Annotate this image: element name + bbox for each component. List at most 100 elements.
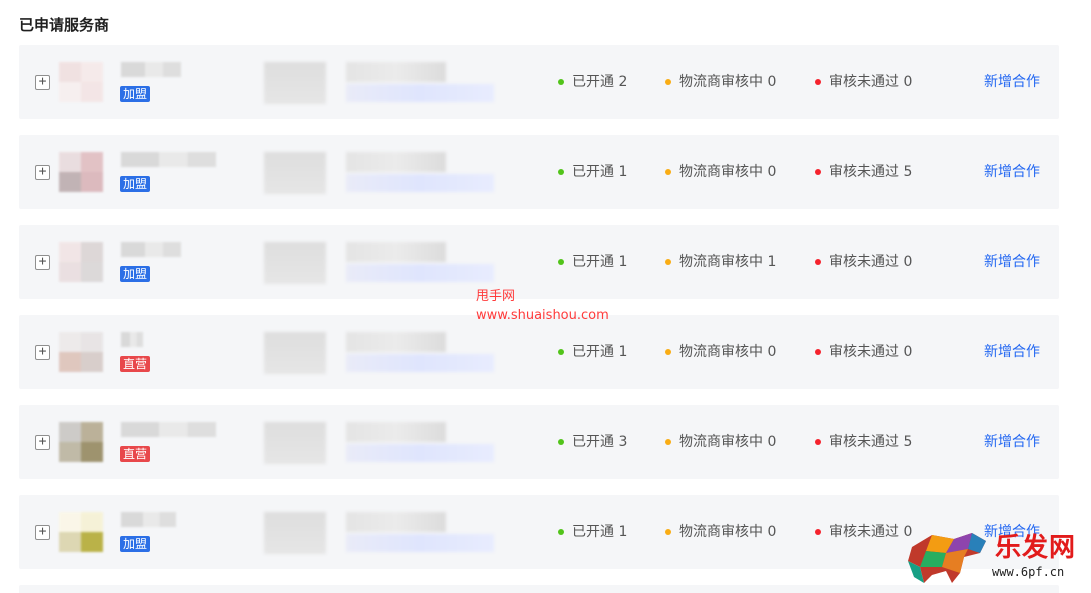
- provider-avatar: [59, 242, 103, 282]
- green-dot-icon: [558, 349, 564, 355]
- green-dot-icon: [558, 529, 564, 535]
- status-rejected-label: 审核未通过 5: [829, 164, 913, 180]
- provider-row: + 直营 已开通 1 物流商审核中 0 审核未通过 0 新增合作: [19, 315, 1059, 389]
- add-cooperation-link[interactable]: 新增合作: [984, 433, 1040, 451]
- page-title: 已申请服务商: [19, 16, 110, 34]
- status-opened-label: 已开通 1: [572, 524, 628, 540]
- status-under-review: 物流商审核中 0: [665, 163, 776, 181]
- red-dot-icon: [815, 169, 821, 175]
- status-opened: 已开通 1: [558, 253, 627, 271]
- red-dot-icon: [815, 529, 821, 535]
- status-under-review-label: 物流商审核中 0: [679, 164, 777, 180]
- expand-row-button[interactable]: +: [35, 165, 50, 180]
- status-rejected: 审核未通过 0: [815, 73, 912, 91]
- provider-name-blurred: [121, 512, 176, 527]
- provider-avatar: [59, 512, 103, 552]
- provider-name-blurred: [121, 62, 181, 77]
- green-dot-icon: [558, 79, 564, 85]
- red-dot-icon: [815, 259, 821, 265]
- orange-dot-icon: [665, 169, 671, 175]
- provider-name-blurred: [121, 152, 216, 167]
- status-rejected-label: 审核未通过 0: [829, 344, 913, 360]
- expand-row-button[interactable]: +: [35, 255, 50, 270]
- provider-info-blurred: [264, 242, 494, 284]
- add-cooperation-link[interactable]: 新增合作: [984, 163, 1040, 181]
- red-dot-icon: [815, 79, 821, 85]
- provider-type-badge: 加盟: [120, 266, 151, 282]
- watermark-6pf-url: www.6pf.cn: [992, 565, 1065, 579]
- status-opened: 已开通 1: [558, 343, 627, 361]
- status-opened-label: 已开通 2: [572, 74, 628, 90]
- watermark-shuaishou-url: www.shuaishou.com: [476, 308, 609, 323]
- provider-type-badge: 加盟: [120, 176, 151, 192]
- green-dot-icon: [558, 169, 564, 175]
- status-under-review-label: 物流商审核中 0: [679, 74, 777, 90]
- provider-avatar: [59, 422, 103, 462]
- orange-dot-icon: [665, 259, 671, 265]
- provider-type-badge: 加盟: [120, 536, 151, 552]
- provider-name-blurred: [121, 332, 143, 347]
- provider-row: + 加盟 已开通 1 物流商审核中 0 审核未通过 5 新增合作: [19, 135, 1059, 209]
- provider-info-blurred: [264, 422, 494, 464]
- expand-row-button[interactable]: +: [35, 75, 50, 90]
- add-cooperation-link[interactable]: 新增合作: [984, 343, 1040, 361]
- status-opened: 已开通 2: [558, 73, 627, 91]
- status-rejected-label: 审核未通过 0: [829, 74, 913, 90]
- add-cooperation-link[interactable]: 新增合作: [984, 253, 1040, 271]
- status-opened-label: 已开通 3: [572, 434, 628, 450]
- status-under-review: 物流商审核中 1: [665, 253, 776, 271]
- status-under-review-label: 物流商审核中 1: [679, 254, 777, 270]
- expand-row-button[interactable]: +: [35, 345, 50, 360]
- provider-row: + 加盟 已开通 2 物流商审核中 0 审核未通过 0 新增合作: [19, 45, 1059, 119]
- provider-info-blurred: [264, 512, 494, 554]
- status-opened-label: 已开通 1: [572, 254, 628, 270]
- watermark-shuaishou: 甩手网 www.shuaishou.com: [476, 287, 609, 325]
- provider-row: + 直营 已开通 3 物流商审核中 0 审核未通过 5 新增合作: [19, 405, 1059, 479]
- watermark-6pf: 乐发网 www.6pf.cn: [900, 525, 1085, 587]
- status-under-review-label: 物流商审核中 0: [679, 344, 777, 360]
- provider-type-badge: 直营: [120, 446, 151, 462]
- status-opened-label: 已开通 1: [572, 344, 628, 360]
- status-rejected-label: 审核未通过 0: [829, 254, 913, 270]
- bull-logo-icon: [908, 533, 986, 583]
- status-rejected: 审核未通过 5: [815, 163, 912, 181]
- provider-avatar: [59, 332, 103, 372]
- status-rejected: 审核未通过 5: [815, 433, 912, 451]
- provider-info-blurred: [264, 332, 494, 374]
- provider-info-blurred: [264, 152, 494, 194]
- provider-name-blurred: [121, 242, 181, 257]
- status-rejected: 审核未通过 0: [815, 343, 912, 361]
- red-dot-icon: [815, 439, 821, 445]
- provider-type-badge: 加盟: [120, 86, 151, 102]
- orange-dot-icon: [665, 439, 671, 445]
- status-rejected-label: 审核未通过 5: [829, 434, 913, 450]
- status-under-review: 物流商审核中 0: [665, 73, 776, 91]
- provider-name-blurred: [121, 422, 216, 437]
- provider-info-blurred: [264, 62, 494, 104]
- provider-avatar: [59, 152, 103, 192]
- green-dot-icon: [558, 259, 564, 265]
- provider-type-badge: 直营: [120, 356, 151, 372]
- status-under-review: 物流商审核中 0: [665, 523, 776, 541]
- status-under-review: 物流商审核中 0: [665, 343, 776, 361]
- status-under-review-label: 物流商审核中 0: [679, 524, 777, 540]
- provider-avatar: [59, 62, 103, 102]
- red-dot-icon: [815, 349, 821, 355]
- status-opened: 已开通 1: [558, 523, 627, 541]
- status-opened-label: 已开通 1: [572, 164, 628, 180]
- green-dot-icon: [558, 439, 564, 445]
- status-under-review-label: 物流商审核中 0: [679, 434, 777, 450]
- orange-dot-icon: [665, 529, 671, 535]
- status-opened: 已开通 3: [558, 433, 627, 451]
- expand-row-button[interactable]: +: [35, 525, 50, 540]
- status-under-review: 物流商审核中 0: [665, 433, 776, 451]
- status-opened: 已开通 1: [558, 163, 627, 181]
- add-cooperation-link[interactable]: 新增合作: [984, 73, 1040, 91]
- expand-row-button[interactable]: +: [35, 435, 50, 450]
- status-rejected: 审核未通过 0: [815, 523, 912, 541]
- orange-dot-icon: [665, 349, 671, 355]
- orange-dot-icon: [665, 79, 671, 85]
- status-rejected: 审核未通过 0: [815, 253, 912, 271]
- watermark-shuaishou-name: 甩手网: [476, 289, 516, 304]
- watermark-6pf-brand: 乐发网: [995, 533, 1077, 563]
